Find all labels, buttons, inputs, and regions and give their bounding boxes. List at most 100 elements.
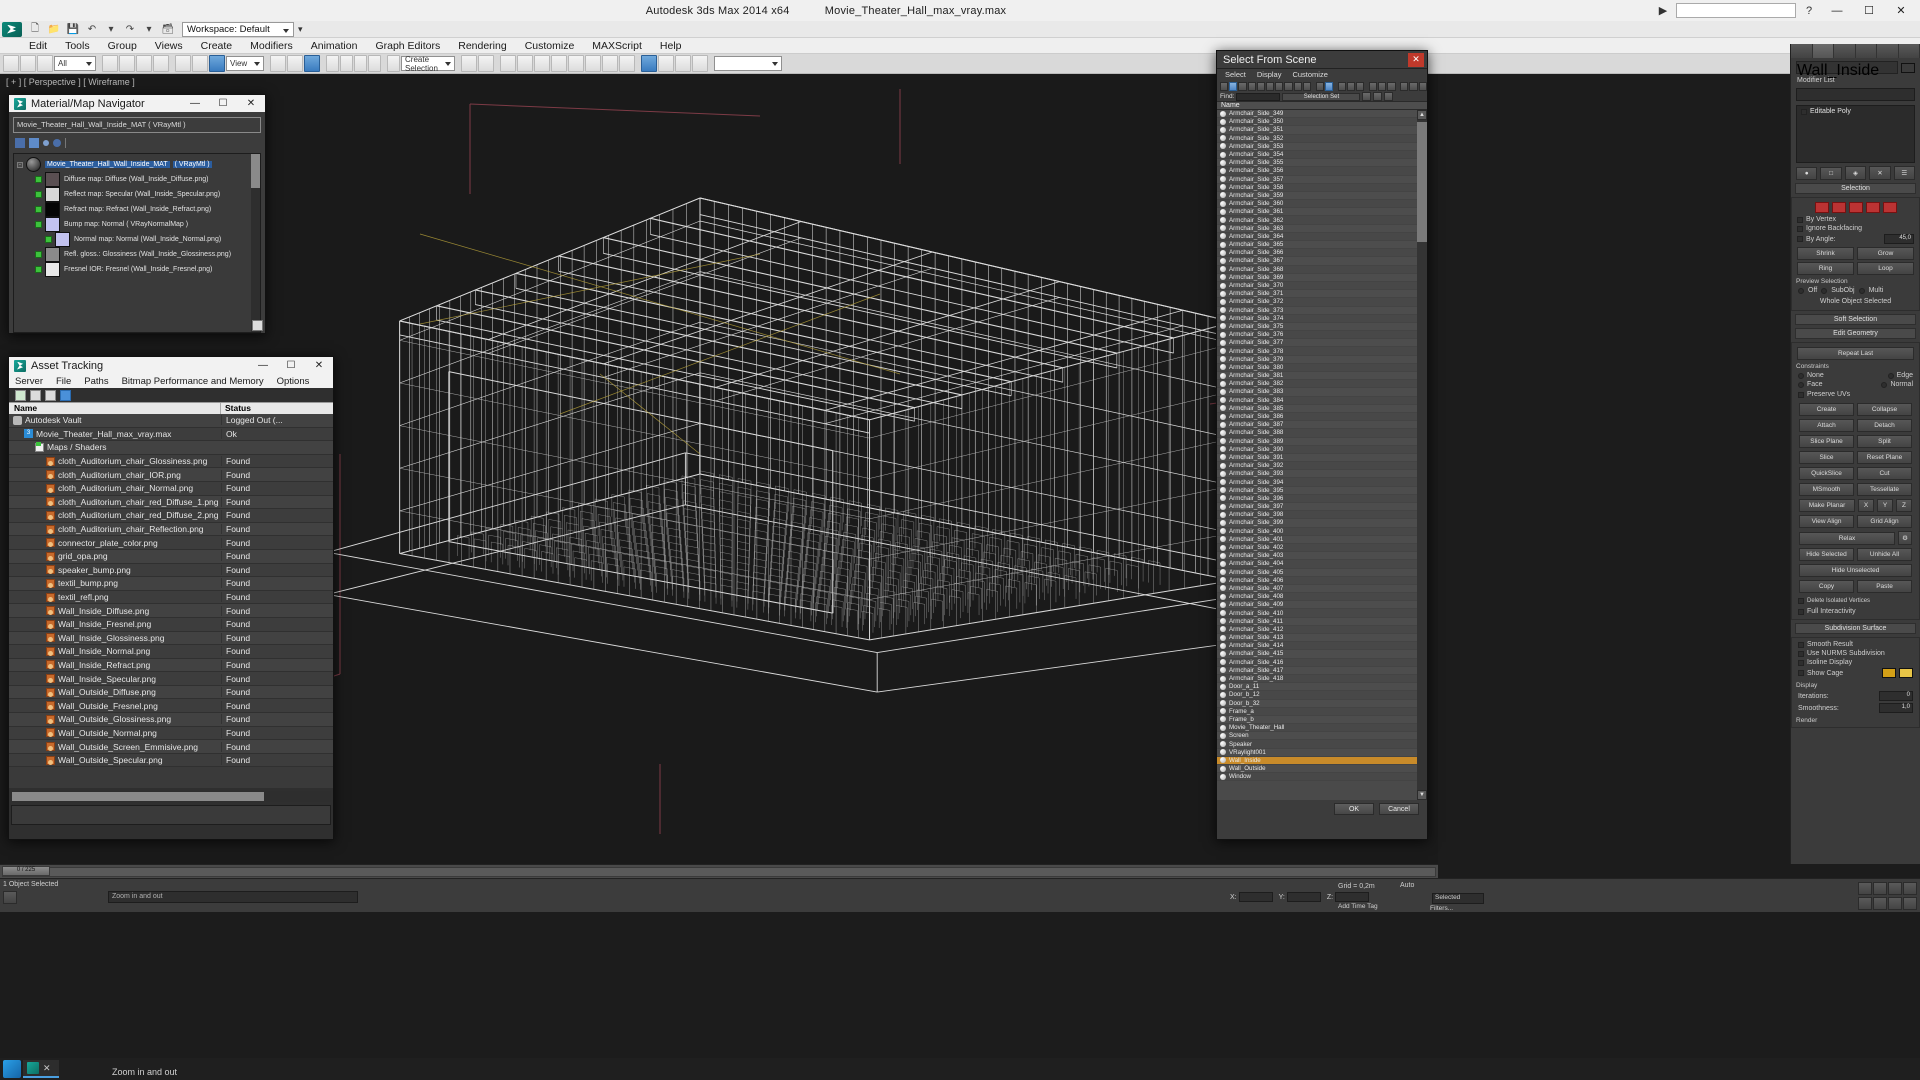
list-item[interactable]: Screen	[1217, 732, 1427, 741]
asset-tracking-window[interactable]: Asset Tracking — ☐ ✕ Server File Paths Bitm…	[8, 356, 334, 840]
menu-item-views[interactable]: Views	[146, 40, 192, 52]
new-icon[interactable]: 🗋	[26, 22, 44, 37]
expand-icon[interactable]: -	[17, 161, 23, 168]
material-editor-icon[interactable]	[568, 55, 584, 72]
sfs-configure-columns-icon[interactable]	[1400, 81, 1409, 91]
vertex-sub-icon[interactable]	[1814, 202, 1829, 213]
sfs-add-selection-set-icon[interactable]	[1362, 92, 1372, 101]
edge-sub-icon[interactable]	[1831, 202, 1846, 213]
sfs-display-shapes-icon[interactable]	[1238, 81, 1247, 91]
isoline-display-checkbox[interactable]	[1798, 659, 1804, 666]
stack-visible-checkbox[interactable]	[1801, 108, 1807, 115]
sfs-display-space-warps-icon[interactable]	[1275, 81, 1284, 91]
pan-icon[interactable]	[1858, 897, 1872, 910]
coordinate-field[interactable]	[714, 56, 782, 71]
motion-tab[interactable]	[1855, 44, 1877, 58]
create-tab[interactable]	[1791, 44, 1813, 58]
table-row[interactable]: Autodesk Vault Logged Out (...	[9, 414, 333, 428]
timeline-track[interactable]	[2, 867, 1436, 877]
sfs-column-header[interactable]: Name	[1217, 101, 1427, 110]
toggle-layer-explorer-icon[interactable]	[517, 55, 533, 72]
list-item[interactable]: Armchair_Side_409	[1217, 601, 1427, 610]
small-icons-icon[interactable]	[43, 140, 49, 146]
redo-icon[interactable]: ↷	[121, 22, 139, 37]
list-item[interactable]: Armchair_Side_373	[1217, 306, 1427, 315]
table-row[interactable]: Wall_Outside_Glossiness.png Found	[9, 713, 333, 727]
matnav-resize-grip[interactable]	[252, 320, 263, 331]
select-placement-icon[interactable]	[153, 55, 169, 72]
sfs-scrollbar[interactable]: ▲ ▼	[1417, 110, 1427, 800]
make-planar-button[interactable]: Make Planar	[1799, 499, 1855, 512]
list-item[interactable]: Armchair_Side_377	[1217, 339, 1427, 348]
list-item[interactable]: Armchair_Side_363	[1217, 224, 1427, 233]
selection-rollout-header[interactable]: Selection	[1795, 183, 1916, 194]
list-item[interactable]: Speaker	[1217, 740, 1427, 749]
cut-button[interactable]: Cut	[1857, 467, 1912, 480]
list-item[interactable]: Armchair_Side_356	[1217, 167, 1427, 176]
asset-hscroll-thumb[interactable]	[12, 792, 264, 801]
sfs-display-cameras-icon[interactable]	[1256, 81, 1266, 91]
list-item[interactable]: Window	[1217, 773, 1427, 782]
list-item[interactable]: Armchair_Side_388	[1217, 429, 1427, 438]
sfs-selection-set-dropdown[interactable]: Selection Set	[1282, 92, 1361, 101]
ring-button[interactable]: Ring	[1797, 262, 1854, 275]
table-row[interactable]: Wall_Inside_Glossiness.png Found	[9, 631, 333, 646]
table-row[interactable]: Wall_Outside_Diffuse.png Found	[9, 685, 333, 700]
asset-menu-paths[interactable]: Paths	[84, 376, 108, 387]
menu-item-edit[interactable]: Edit	[20, 40, 56, 52]
list-item[interactable]: Armchair_Side_402	[1217, 543, 1427, 553]
delete-isolated-checkbox[interactable]	[1798, 598, 1804, 604]
menu-item-group[interactable]: Group	[99, 40, 146, 52]
map-enabled-icon[interactable]	[45, 236, 52, 243]
coord-field[interactable]: Y:	[1279, 892, 1321, 902]
sfs-sort-by-type-icon[interactable]	[1324, 81, 1334, 91]
selection-lock-toggle-icon[interactable]	[3, 891, 17, 904]
undo-dropdown-icon[interactable]: ▾	[102, 22, 120, 37]
reference-coord-icon[interactable]	[175, 55, 191, 72]
undo-icon[interactable]: ↶	[83, 22, 101, 37]
menu-item-animation[interactable]: Animation	[302, 40, 367, 52]
coord-field[interactable]: X:	[1230, 892, 1273, 902]
list-item[interactable]: Armchair_Side_358	[1217, 183, 1427, 192]
mirror-tool-icon[interactable]	[461, 55, 477, 72]
make-planar-x-button[interactable]: X	[1858, 499, 1874, 512]
redo-dropdown-icon[interactable]: ▾	[140, 22, 158, 37]
table-row[interactable]: Maps / Shaders	[9, 441, 333, 455]
tessellate-button[interactable]: Tessellate	[1857, 483, 1912, 496]
table-row[interactable]: textil_bump.png Found	[9, 577, 333, 591]
list-item[interactable]: Armchair_Side_399	[1217, 519, 1427, 528]
timeline-slider-bar[interactable]: 0 / 225	[0, 864, 1438, 878]
select-scale-icon[interactable]	[136, 55, 152, 72]
qat-overflow-icon[interactable]: ▾	[298, 24, 303, 35]
grid-align-button[interactable]: Grid Align	[1857, 515, 1912, 528]
table-row[interactable]: connector_plate_color.png Found	[9, 536, 333, 550]
list-item[interactable]: Armchair_Side_408	[1217, 593, 1427, 602]
list-view-icon[interactable]	[15, 138, 25, 148]
sfs-display-groups-icon[interactable]	[1284, 81, 1293, 91]
show-cage-checkbox[interactable]	[1798, 670, 1804, 676]
taskbar-3dsmax-item[interactable]: ✕	[23, 1060, 59, 1078]
matnav-map-item[interactable]: Fresnel IOR: Fresnel (Wall_Inside_Fresne…	[17, 262, 258, 277]
list-item[interactable]: Armchair_Side_354	[1217, 150, 1427, 160]
list-item[interactable]: Armchair_Side_374	[1217, 314, 1427, 323]
coord-field[interactable]: Z:	[1327, 892, 1370, 902]
list-item[interactable]: Armchair_Side_378	[1217, 347, 1427, 356]
rendered-frame-icon[interactable]	[602, 55, 618, 72]
list-item[interactable]: Armchair_Side_400	[1217, 527, 1427, 536]
matnav-root-item[interactable]: - Movie_Theater_Hall_Wall_Inside_MAT ( VR…	[17, 157, 258, 172]
table-row[interactable]: Wall_Outside_Specular.png Found	[9, 753, 333, 768]
by-angle-checkbox[interactable]	[1797, 236, 1803, 242]
matnav-map-item[interactable]: Bump map: Normal ( VRayNormalMap )	[17, 217, 258, 232]
asset-show-paths-icon[interactable]	[60, 389, 71, 401]
table-row[interactable]: Wall_Inside_Fresnel.png Found	[9, 617, 333, 632]
stack-item-label[interactable]: Editable Poly	[1810, 108, 1851, 115]
select-move-icon[interactable]	[102, 55, 118, 72]
asset-menu-file[interactable]: File	[56, 376, 71, 387]
table-row[interactable]: grid_opa.png Found	[9, 549, 333, 564]
sfs-menu-display[interactable]: Display	[1257, 70, 1282, 79]
auto-key-label[interactable]: Auto	[1400, 882, 1414, 889]
list-item[interactable]: Armchair_Side_370	[1217, 281, 1427, 291]
object-name-field[interactable]: Wall_Inside	[1796, 61, 1898, 79]
asset-refresh-icon[interactable]	[30, 389, 41, 401]
modifier-stack[interactable]: Editable Poly	[1796, 105, 1915, 163]
